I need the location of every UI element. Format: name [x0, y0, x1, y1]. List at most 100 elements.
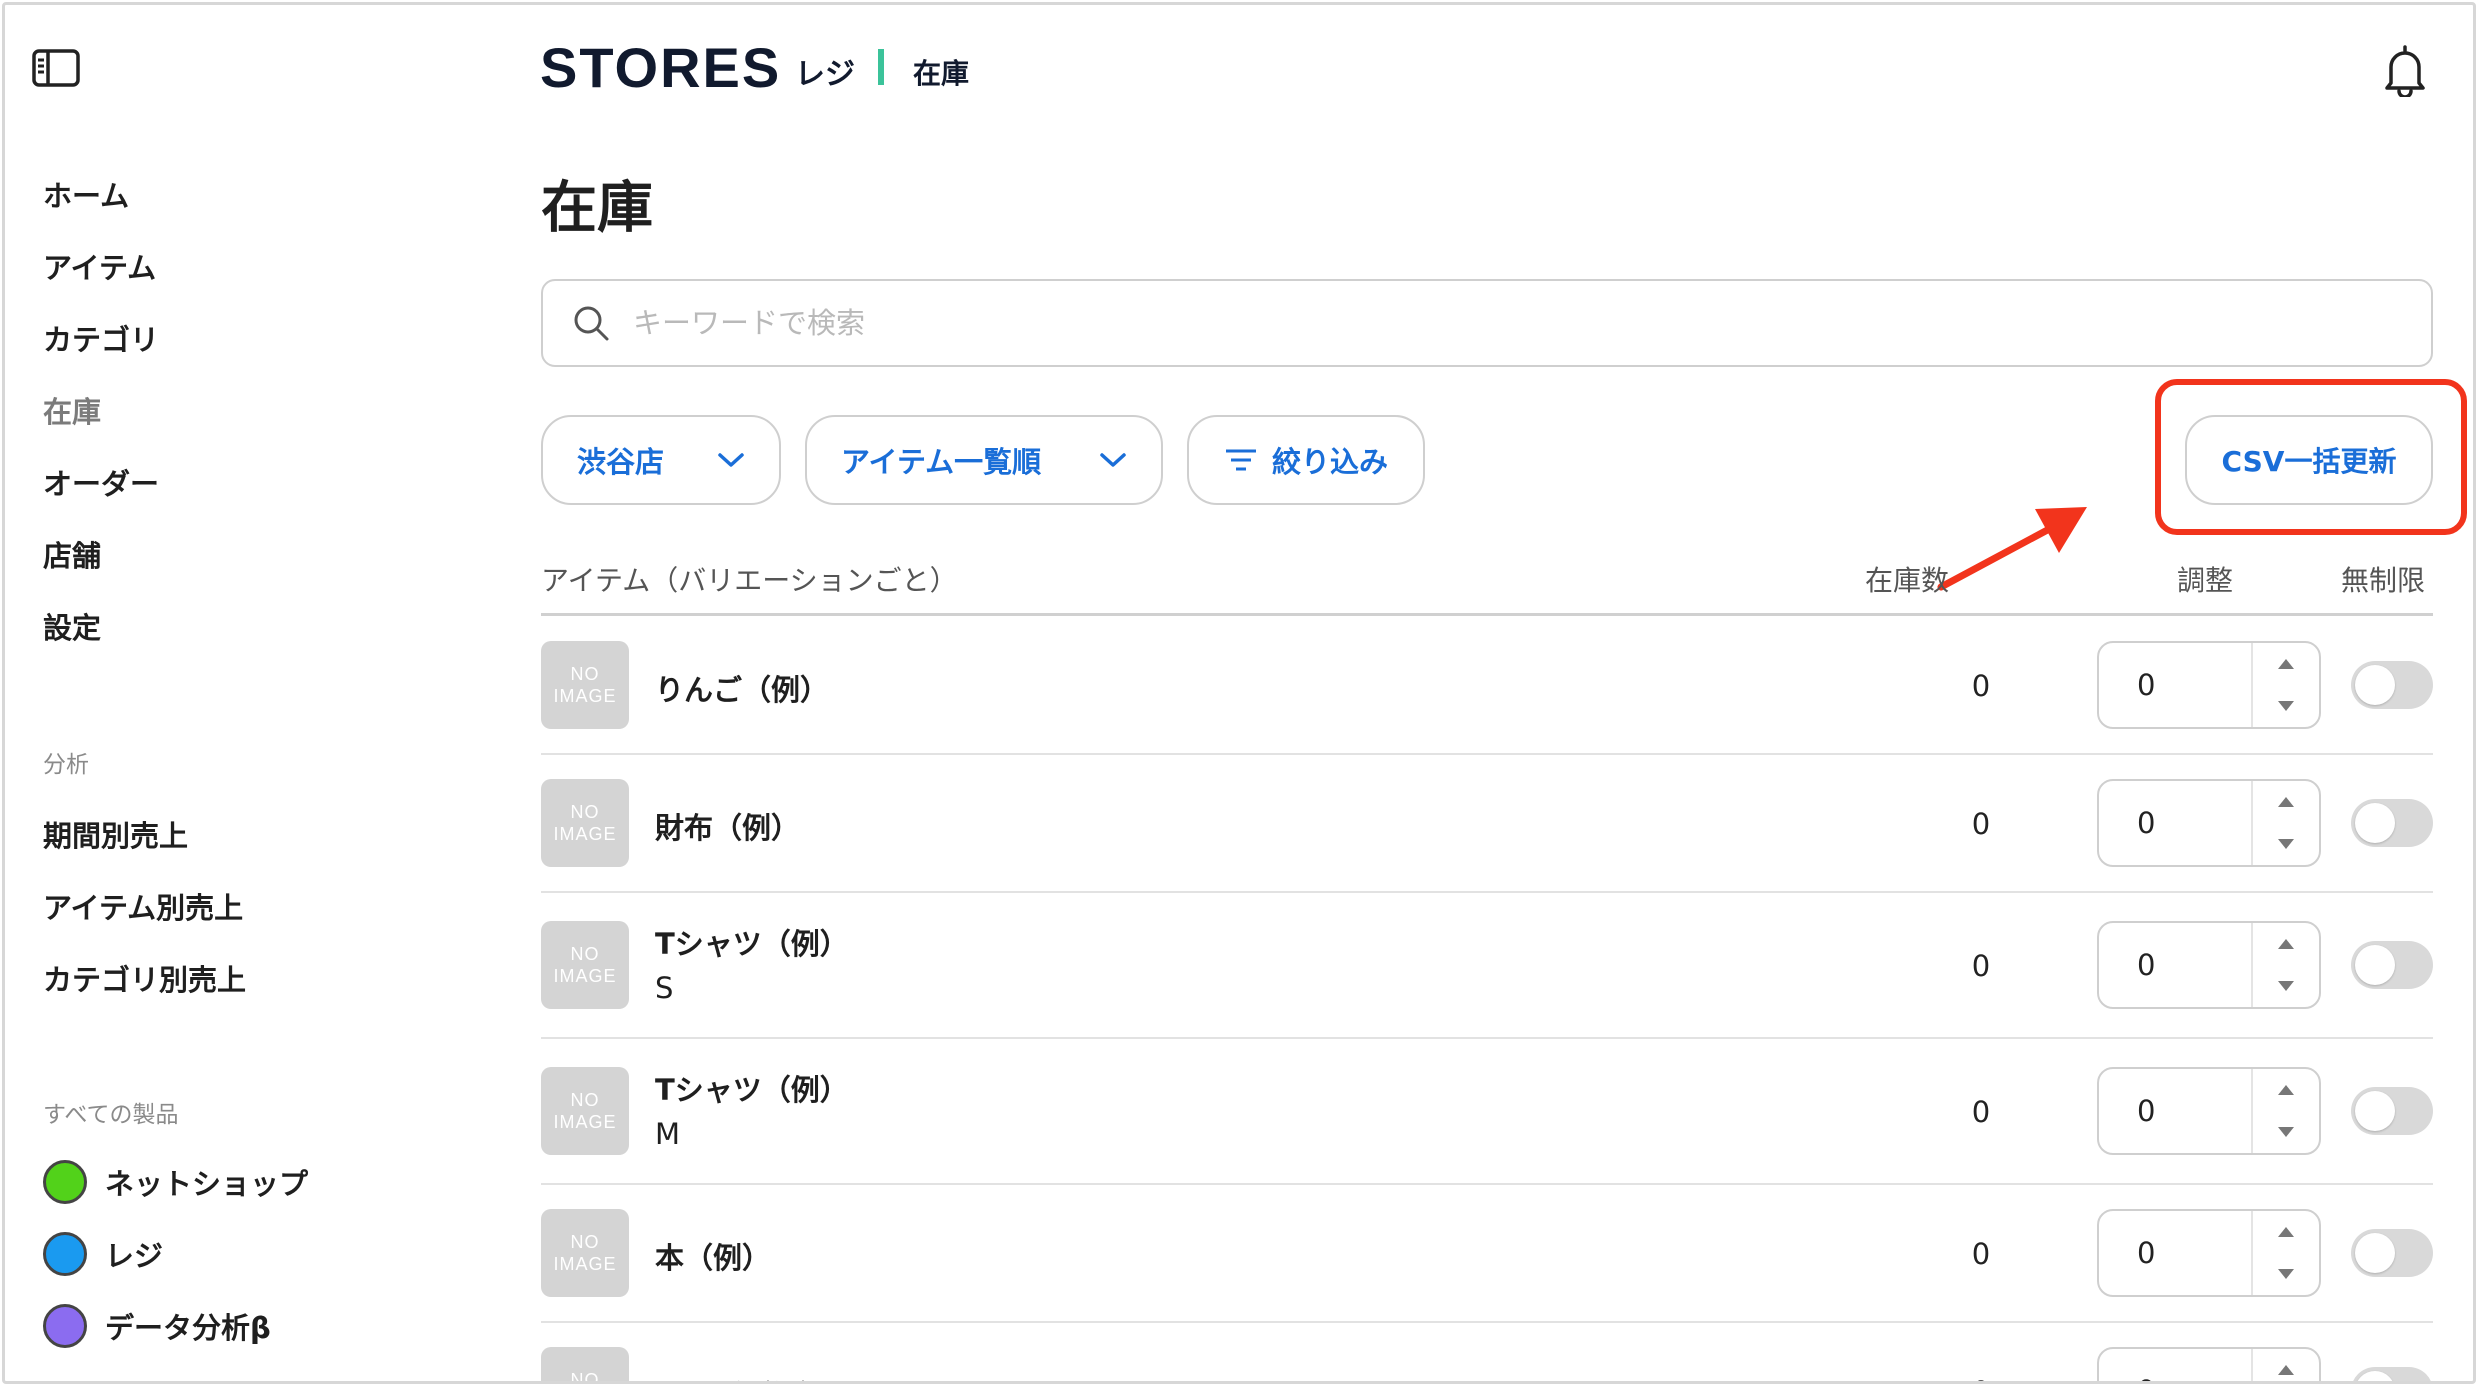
adjust-input[interactable] — [2099, 923, 2251, 1007]
header-divider — [878, 49, 884, 85]
netshop-dot-icon — [43, 1160, 87, 1204]
triangle-up-icon — [2278, 659, 2294, 669]
triangle-down-icon — [2278, 1269, 2294, 1279]
triangle-down-icon — [2278, 701, 2294, 711]
sidebar-item-home[interactable]: ホーム — [43, 173, 129, 215]
adjust-input[interactable] — [2099, 1069, 2251, 1153]
product-netshop[interactable]: ネットショップ — [43, 1159, 308, 1205]
unlimited-toggle[interactable] — [2351, 799, 2433, 847]
stock-count: 0 — [1971, 669, 1991, 703]
increment-button[interactable] — [2253, 781, 2319, 823]
decrement-button[interactable] — [2253, 823, 2319, 865]
adjust-input[interactable] — [2099, 1211, 2251, 1295]
sidebar-panel-icon[interactable] — [31, 48, 81, 88]
triangle-up-icon — [2278, 797, 2294, 807]
decrement-button[interactable] — [2253, 1253, 2319, 1295]
no-image-thumbnail: NOIMAGE — [541, 641, 629, 729]
item-variant: M — [655, 1117, 681, 1151]
stock-count: 0 — [1971, 1095, 1991, 1129]
no-image-thumbnail: NOIMAGE — [541, 1067, 629, 1155]
increment-button[interactable] — [2253, 1349, 2319, 1381]
increment-button[interactable] — [2253, 643, 2319, 685]
product-label: レジ — [105, 1239, 164, 1273]
product-label: データ分析β — [105, 1311, 271, 1345]
triangle-up-icon — [2278, 1365, 2294, 1375]
column-header-unlimited: 無制限 — [2341, 564, 2426, 597]
unlimited-toggle[interactable] — [2351, 1229, 2433, 1277]
row-divider — [541, 1321, 2433, 1323]
regi-dot-icon — [43, 1232, 87, 1276]
adjust-stepper[interactable] — [2097, 1347, 2321, 1381]
sidebar-item-orders[interactable]: オーダー — [43, 461, 159, 503]
sort-select[interactable]: アイテム一覧順 — [805, 415, 1163, 505]
chevron-down-icon — [718, 453, 744, 467]
item-variant: S — [655, 971, 674, 1005]
filter-button[interactable]: 絞り込み — [1187, 415, 1425, 505]
all-products-label: すべての製品 — [43, 1102, 179, 1128]
item-name: 財布（例） — [655, 811, 801, 845]
stock-count: 0 — [1971, 807, 1991, 841]
decrement-button[interactable] — [2253, 685, 2319, 727]
stores-logo[interactable]: STORES — [540, 35, 781, 100]
store-select-label: 渋谷店 — [577, 445, 665, 479]
triangle-down-icon — [2278, 1127, 2294, 1137]
unlimited-toggle[interactable] — [2351, 1367, 2433, 1381]
sidebar-item-category-sales[interactable]: カテゴリ別売上 — [43, 957, 246, 999]
bell-icon[interactable] — [2381, 43, 2429, 99]
adjust-input[interactable] — [2099, 1349, 2251, 1381]
row-divider — [541, 891, 2433, 893]
decrement-button[interactable] — [2253, 965, 2319, 1007]
column-header-item: アイテム（バリエーションごと） — [541, 564, 958, 597]
row-divider — [541, 753, 2433, 755]
adjust-input[interactable] — [2099, 781, 2251, 865]
sort-select-label: アイテム一覧順 — [841, 445, 1042, 479]
sidebar-item-stores[interactable]: 店舗 — [43, 533, 101, 575]
filter-button-label: 絞り込み — [1271, 445, 1388, 479]
product-regi[interactable]: レジ — [43, 1231, 163, 1277]
product-name: レジ — [795, 57, 855, 92]
app-window: ホーム アイテム カテゴリ 在庫 オーダー 店舗 設定 分析 期間別売上 アイテ… — [2, 2, 2476, 1384]
item-name: Tシャツ（例） — [655, 1073, 849, 1107]
header-page-name: 在庫 — [913, 57, 970, 90]
page-title: 在庫 — [541, 176, 653, 241]
product-data-analytics[interactable]: データ分析β — [43, 1303, 271, 1349]
csv-bulk-update-button[interactable]: CSV一括更新 — [2185, 415, 2433, 505]
increment-button[interactable] — [2253, 923, 2319, 965]
item-name: 本（例） — [655, 1241, 772, 1275]
sidebar-item-settings[interactable]: 設定 — [43, 605, 101, 647]
sidebar-item-categories[interactable]: カテゴリ — [43, 317, 159, 359]
no-image-thumbnail: NOIMAGE — [541, 921, 629, 1009]
triangle-up-icon — [2278, 1227, 2294, 1237]
sidebar-item-item-sales[interactable]: アイテム別売上 — [43, 885, 243, 927]
increment-button[interactable] — [2253, 1211, 2319, 1253]
unlimited-toggle[interactable] — [2351, 941, 2433, 989]
triangle-up-icon — [2278, 939, 2294, 949]
row-divider — [541, 1183, 2433, 1185]
row-divider — [541, 1037, 2433, 1039]
triangle-down-icon — [2278, 839, 2294, 849]
unlimited-toggle[interactable] — [2351, 1087, 2433, 1135]
adjust-stepper[interactable] — [2097, 1209, 2321, 1297]
adjust-stepper[interactable] — [2097, 1067, 2321, 1155]
search-input[interactable] — [633, 306, 2333, 340]
adjust-input[interactable] — [2099, 643, 2251, 727]
sidebar-item-inventory[interactable]: 在庫 — [43, 389, 101, 431]
adjust-stepper[interactable] — [2097, 921, 2321, 1009]
no-image-thumbnail: NOIMAGE — [541, 1209, 629, 1297]
search-box[interactable] — [541, 279, 2433, 367]
column-header-stock: 在庫数 — [1865, 564, 1950, 597]
store-select[interactable]: 渋谷店 — [541, 415, 781, 505]
decrement-button[interactable] — [2253, 1111, 2319, 1153]
sidebar-item-items[interactable]: アイテム — [43, 245, 156, 287]
no-image-thumbnail: NOIMAGE — [541, 1347, 629, 1381]
stock-count: 0 — [1931, 1375, 2031, 1381]
header-divider-line — [541, 613, 2433, 616]
increment-button[interactable] — [2253, 1069, 2319, 1111]
adjust-stepper[interactable] — [2097, 641, 2321, 729]
search-icon — [574, 306, 609, 341]
analytics-section-label: 分析 — [43, 752, 89, 778]
product-label: ネットショップ — [105, 1167, 309, 1201]
adjust-stepper[interactable] — [2097, 779, 2321, 867]
unlimited-toggle[interactable] — [2351, 661, 2433, 709]
sidebar-item-period-sales[interactable]: 期間別売上 — [43, 813, 188, 855]
